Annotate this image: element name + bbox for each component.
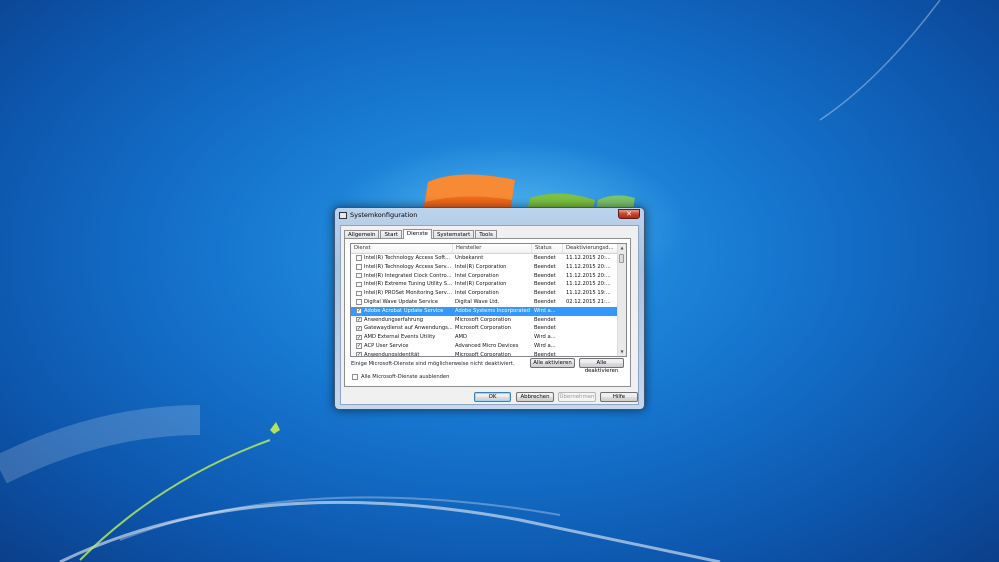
service-name: Intel(R) Extreme Tuning Utility S...	[364, 281, 453, 288]
service-vendor: Microsoft Corporation	[455, 325, 511, 332]
scroll-down-arrow-icon[interactable]: ▼	[619, 349, 625, 355]
service-checkbox[interactable]: ✓	[356, 308, 362, 314]
service-checkbox[interactable]	[356, 255, 362, 261]
window-title: Systemkonfiguration	[350, 211, 418, 219]
service-status: Wird a...	[534, 342, 556, 349]
service-vendor: AMD	[455, 334, 468, 341]
title-bar[interactable]: Systemkonfiguration ✕	[335, 208, 644, 224]
service-name: ACP User Service	[364, 342, 409, 349]
hide-ms-services-label[interactable]: Alle Microsoft-Dienste ausblenden	[361, 374, 449, 380]
service-checkbox[interactable]	[356, 264, 362, 270]
service-name: Gatewaydienst auf Anwendungs...	[364, 325, 453, 332]
service-rows: Intel(R) Technology Access Soft... Unbeka…	[351, 254, 619, 357]
service-status: Beendet	[534, 316, 556, 323]
service-status: Beendet	[534, 272, 556, 279]
service-status: Wird a...	[534, 307, 556, 314]
service-checkbox[interactable]	[356, 299, 362, 305]
service-name: Anwendungserfahrung	[364, 316, 424, 323]
service-checkbox[interactable]: ✓	[356, 352, 362, 356]
service-vendor: Intel Corporation	[455, 272, 499, 279]
service-vendor: Intel(R) Corporation	[455, 281, 507, 288]
service-name: Anwendungsidentität	[364, 351, 420, 357]
service-checkbox[interactable]	[356, 272, 362, 279]
vertical-scrollbar[interactable]: ▲ ▼	[617, 244, 626, 356]
service-checkbox[interactable]: ✓	[356, 334, 362, 341]
service-vendor: Digital Wave Ltd.	[455, 298, 500, 305]
ok-button[interactable]: OK	[474, 392, 511, 402]
service-row[interactable]: Intel(R) Extreme Tuning Utility S... Inte…	[351, 280, 619, 289]
close-button[interactable]: ✕	[618, 209, 640, 219]
service-status: Beendet	[534, 255, 556, 261]
column-header-dienst[interactable]: Dienst	[351, 244, 453, 253]
service-name: Intel(R) Integrated Clock Contro...	[364, 272, 452, 279]
service-row[interactable]: Intel(R) Technology Access Serv... Intel(…	[351, 263, 619, 272]
service-status: Beendet	[534, 281, 556, 288]
service-name: Intel(R) Technology Access Serv...	[364, 263, 452, 270]
service-vendor: Adobe Systems Incorporated	[455, 307, 531, 314]
service-row[interactable]: Intel(R) Technology Access Soft... Unbeka…	[351, 254, 619, 263]
service-deactivation-date: 11.12.2015 20:...	[566, 263, 611, 270]
apply-button[interactable]: Übernehmen	[558, 392, 596, 402]
services-list[interactable]: Dienst Hersteller Status Deaktivierungsd…	[350, 243, 627, 357]
microsoft-services-note: Einige Microsoft-Dienste sind möglicherw…	[351, 361, 515, 367]
service-row[interactable]: Intel(R) PROSet Monitoring Service Intel …	[351, 289, 619, 298]
service-row[interactable]: Intel(R) Integrated Clock Contro... Intel…	[351, 272, 619, 281]
service-row[interactable]: ✓ Adobe Acrobat Update Service Adobe Syste…	[351, 306, 619, 316]
service-name: Intel(R) PROSet Monitoring Service	[364, 290, 453, 297]
service-row[interactable]: ✓ ACP User Service Advanced Micro Devices W…	[351, 342, 619, 351]
service-row[interactable]: Digital Wave Update Service Digital Wave …	[351, 298, 619, 307]
list-header: Dienst Hersteller Status Deaktivierungsd…	[351, 244, 619, 254]
service-vendor: Advanced Micro Devices	[455, 342, 519, 349]
services-tab-panel: Dienst Hersteller Status Deaktivierungsd…	[344, 238, 631, 387]
service-status: Wird a...	[534, 334, 556, 341]
hide-ms-services-checkbox[interactable]	[352, 374, 358, 380]
disable-all-button[interactable]: Alle deaktivieren	[579, 358, 624, 374]
service-status: Beendet	[534, 325, 556, 332]
service-row[interactable]: ✓ Anwendungsidentität Microsoft Corporatio…	[351, 351, 619, 357]
service-status: Beendet	[534, 351, 556, 357]
column-header-hersteller[interactable]: Hersteller	[453, 244, 532, 253]
service-vendor: Microsoft Corporation	[455, 316, 511, 323]
service-vendor: Intel Corporation	[455, 290, 499, 297]
msconfig-icon	[339, 212, 347, 219]
column-header-status[interactable]: Status	[532, 244, 563, 253]
enable-all-button[interactable]: Alle aktivieren	[530, 358, 575, 368]
service-deactivation-date: 11.12.2015 19:...	[566, 290, 611, 297]
scroll-thumb[interactable]	[619, 254, 624, 263]
service-vendor: Intel(R) Corporation	[455, 263, 507, 270]
service-checkbox[interactable]	[356, 281, 362, 288]
service-deactivation-date: 11.12.2015 20:...	[566, 281, 611, 288]
scroll-up-arrow-icon[interactable]: ▲	[619, 245, 625, 251]
service-name: AMD External Events Utility	[364, 334, 436, 341]
dialog-client: Allgemein Start Dienste Systemstart Tools Di…	[340, 225, 639, 405]
service-row[interactable]: ✓ Gatewaydienst auf Anwendungs... Microsof…	[351, 324, 619, 333]
service-status: Beendet	[534, 298, 556, 305]
service-name: Intel(R) Technology Access Soft...	[364, 255, 451, 261]
service-vendor: Microsoft Corporation	[455, 351, 511, 357]
column-header-deaktivierungsdatum[interactable]: Deaktivierungsd...	[563, 244, 619, 253]
cancel-button[interactable]: Abbrechen	[516, 392, 554, 402]
help-button[interactable]: Hilfe	[600, 392, 638, 402]
service-status: Beendet	[534, 290, 556, 297]
service-deactivation-date: 11.12.2015 20:...	[566, 255, 611, 261]
service-checkbox[interactable]: ✓	[356, 325, 362, 332]
service-status: Beendet	[534, 263, 556, 270]
service-checkbox[interactable]: ✓	[356, 316, 362, 323]
service-vendor: Unbekannt	[455, 255, 484, 261]
service-row[interactable]: ✓ AMD External Events Utility AMD Wird a...	[351, 333, 619, 342]
service-name: Adobe Acrobat Update Service	[364, 307, 444, 314]
service-row[interactable]: ✓ Anwendungserfahrung Microsoft Corporatio…	[351, 316, 619, 325]
service-deactivation-date: 02.12.2015 21:...	[566, 298, 611, 305]
systemkonfiguration-dialog: Systemkonfiguration ✕ Allgemein Start Dien…	[334, 207, 645, 410]
service-checkbox[interactable]	[356, 290, 362, 297]
service-deactivation-date: 11.12.2015 20:...	[566, 272, 611, 279]
service-name: Digital Wave Update Service	[364, 298, 438, 305]
tab-dienste[interactable]: Dienste	[402, 229, 432, 239]
service-checkbox[interactable]: ✓	[356, 343, 362, 349]
